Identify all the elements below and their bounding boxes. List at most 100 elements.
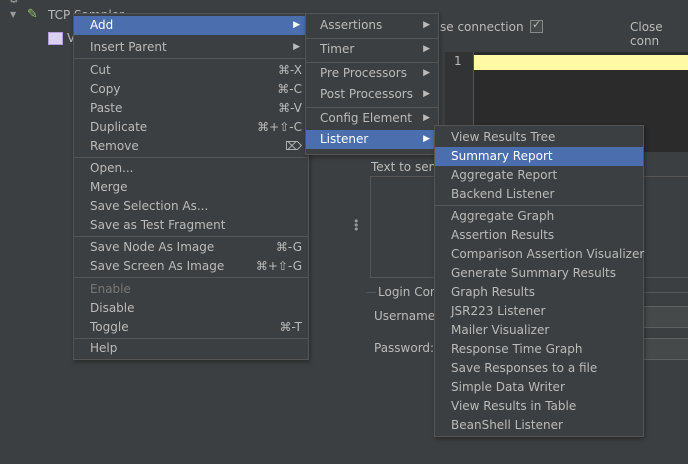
menu-item-label: Aggregate Graph xyxy=(451,209,555,223)
menu-item-pre-processors[interactable]: Pre Processors ▶ xyxy=(306,64,438,83)
menu-item-label: Insert Parent xyxy=(90,40,167,54)
menu-item-save-screen-as-image[interactable]: Save Screen As Image ⌘+⇧-G xyxy=(74,257,308,276)
menu-item-comparison-assertion-visualizer[interactable]: Comparison Assertion Visualizer xyxy=(435,245,645,264)
menu-item-label: Listener xyxy=(320,132,369,146)
menu-item-label: Add xyxy=(90,18,114,32)
menu-item-label: Assertions xyxy=(320,18,383,32)
menu-item-open[interactable]: Open... xyxy=(74,159,308,178)
menu-item-post-processors[interactable]: Post Processors ▶ xyxy=(306,85,438,104)
menu-item-summary-report[interactable]: Summary Report xyxy=(435,147,643,166)
menu-item-label: Comparison Assertion Visualizer xyxy=(451,247,645,261)
menu-item-label: Copy xyxy=(90,82,121,96)
menu-item-label: Config Element xyxy=(320,111,412,125)
menu-item-label: JSR223 Listener xyxy=(451,304,546,318)
menu-item-cut[interactable]: Cut ⌘-X xyxy=(74,61,308,80)
menu-shortcut: ⌘+⇧-C xyxy=(257,120,302,134)
menu-item-label: Cut xyxy=(90,63,111,77)
menu-shortcut: ⌘-X xyxy=(278,63,302,77)
menu-item-remove[interactable]: Remove ⌦ xyxy=(74,137,308,156)
menu-item-help[interactable]: Help xyxy=(74,339,308,358)
submenu-arrow-icon: ▶ xyxy=(423,113,430,123)
menu-item-label: Graph Results xyxy=(451,285,535,299)
menu-item-toggle[interactable]: Toggle ⌘-T xyxy=(74,318,308,337)
menu-item-label: Simple Data Writer xyxy=(451,380,565,394)
graph-icon xyxy=(48,32,63,45)
current-line-highlight xyxy=(474,55,688,70)
menu-item-aggregate-report[interactable]: Aggregate Report xyxy=(435,166,643,185)
menu-item-label: Enable xyxy=(90,282,131,296)
menu-shortcut: ⌘-V xyxy=(278,101,302,115)
menu-item-label: Merge xyxy=(90,180,128,194)
menu-item-label: Duplicate xyxy=(90,120,148,134)
expand-arrow-icon[interactable]: ▼ xyxy=(10,5,16,25)
menu-item-timer[interactable]: Timer ▶ xyxy=(306,40,438,59)
menu-item-label: BeanShell Listener xyxy=(451,418,563,432)
menu-item-backend-listener[interactable]: Backend Listener xyxy=(435,185,643,204)
menu-item-label: Paste xyxy=(90,101,123,115)
menu-item-label: Generate Summary Results xyxy=(451,266,616,280)
menu-item-jsr223-listener[interactable]: JSR223 Listener xyxy=(435,302,643,321)
menu-item-duplicate[interactable]: Duplicate ⌘+⇧-C xyxy=(74,118,308,137)
menu-item-assertions[interactable]: Assertions ▶ xyxy=(306,16,438,35)
menu-item-label: Pre Processors xyxy=(320,66,407,80)
menu-item-label: Save as Test Fragment xyxy=(90,218,226,232)
menu-item-disable[interactable]: Disable xyxy=(74,299,308,318)
menu-item-simple-data-writer[interactable]: Simple Data Writer xyxy=(435,378,643,397)
listener-submenu: View Results Tree Summary Report Aggrega… xyxy=(434,125,644,437)
menu-separator xyxy=(74,277,308,278)
menu-item-generate-summary-results[interactable]: Generate Summary Results xyxy=(435,264,643,283)
close-connection-label-2: Close conn xyxy=(630,20,663,48)
menu-item-label: View Results Tree xyxy=(451,130,556,144)
menu-item-label: Disable xyxy=(90,301,135,315)
pipette-icon: ✎ xyxy=(27,7,38,22)
menu-item-label: Help xyxy=(90,341,118,355)
menu-item-label: Assertion Results xyxy=(451,228,555,242)
submenu-arrow-icon: ▶ xyxy=(293,42,300,52)
menu-item-listener[interactable]: Listener ▶ xyxy=(306,130,438,149)
menu-separator xyxy=(306,62,438,63)
menu-item-label: Save Node As Image xyxy=(90,240,215,254)
splitter-grip-icon[interactable]: • • • xyxy=(353,216,360,235)
close-connection-checkbox[interactable]: ✓ xyxy=(530,18,543,33)
text-to-send-label: Text to sen xyxy=(371,160,437,174)
menu-item-save-node-as-image[interactable]: Save Node As Image ⌘-G xyxy=(74,238,308,257)
menu-item-label: Remove xyxy=(90,139,139,153)
menu-separator xyxy=(74,236,308,237)
menu-item-graph-results[interactable]: Graph Results xyxy=(435,283,643,302)
menu-separator xyxy=(74,58,308,59)
menu-item-copy[interactable]: Copy ⌘-C xyxy=(74,80,308,99)
menu-item-add[interactable]: Add ▶ xyxy=(74,16,308,35)
menu-item-save-responses-to-file[interactable]: Save Responses to a file xyxy=(435,359,643,378)
menu-item-response-time-graph[interactable]: Response Time Graph xyxy=(435,340,643,359)
menu-item-config-element[interactable]: Config Element ▶ xyxy=(306,109,438,128)
menu-item-label: Toggle xyxy=(90,320,129,334)
menu-separator xyxy=(435,205,643,206)
menu-item-label: Post Processors xyxy=(320,87,413,101)
add-submenu: Assertions ▶ Timer ▶ Pre Processors ▶ Post … xyxy=(305,13,439,155)
menu-item-mailer-visualizer[interactable]: Mailer Visualizer xyxy=(435,321,643,340)
menu-item-label: Summary Report xyxy=(451,149,553,163)
menu-item-view-results-tree[interactable]: View Results Tree xyxy=(435,128,643,147)
submenu-arrow-icon: ▶ xyxy=(423,134,430,144)
menu-item-save-selection-as[interactable]: Save Selection As... xyxy=(74,197,308,216)
close-connection-label: se connection xyxy=(440,20,524,34)
menu-item-label: Response Time Graph xyxy=(451,342,583,356)
submenu-arrow-icon: ▶ xyxy=(423,68,430,78)
menu-item-label: Aggregate Report xyxy=(451,168,558,182)
menu-shortcut: ⌘-G xyxy=(275,240,302,254)
menu-item-label: Save Screen As Image xyxy=(90,259,225,273)
menu-separator xyxy=(306,107,438,108)
menu-item-save-as-test-fragment[interactable]: Save as Test Fragment xyxy=(74,216,308,235)
menu-item-label: Backend Listener xyxy=(451,187,555,201)
menu-item-paste[interactable]: Paste ⌘-V xyxy=(74,99,308,118)
menu-item-aggregate-graph[interactable]: Aggregate Graph xyxy=(435,207,643,226)
menu-item-merge[interactable]: Merge xyxy=(74,178,308,197)
menu-shortcut: ⌘+⇧-G xyxy=(255,259,302,273)
menu-separator xyxy=(306,38,438,39)
menu-item-insert-parent[interactable]: Insert Parent ▶ xyxy=(74,38,308,57)
submenu-arrow-icon: ▶ xyxy=(423,44,430,54)
menu-item-view-results-in-table[interactable]: View Results in Table xyxy=(435,397,643,416)
menu-item-assertion-results[interactable]: Assertion Results xyxy=(435,226,643,245)
menu-item-label: Mailer Visualizer xyxy=(451,323,550,337)
menu-item-beanshell-listener[interactable]: BeanShell Listener xyxy=(435,416,643,435)
